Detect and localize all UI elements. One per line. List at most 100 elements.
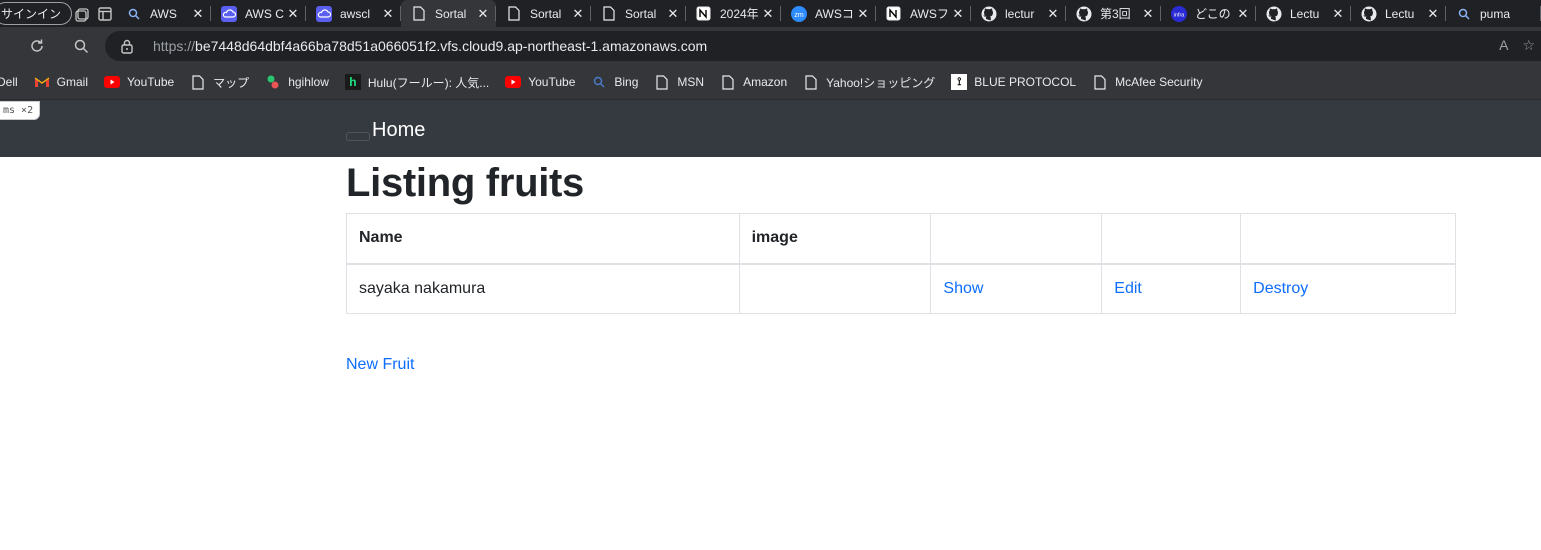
- browser-tab[interactable]: zm AWSコ ✕: [781, 0, 876, 27]
- lock-icon[interactable]: [119, 38, 135, 54]
- tab-title: Sortal: [434, 6, 467, 21]
- column-header-empty: [1101, 213, 1242, 265]
- browser-tab[interactable]: Lectu ✕: [1351, 0, 1446, 27]
- close-icon[interactable]: ✕: [856, 6, 870, 22]
- tab-actions-icon[interactable]: [94, 0, 116, 27]
- search-icon: [126, 6, 142, 22]
- tab-strip: サインイン AWS ✕ AWS C ✕ awscl ✕ Sortal ✕ Sor…: [0, 0, 1541, 27]
- bookmark-msn[interactable]: MSN: [654, 74, 704, 90]
- cloud9-icon: [315, 5, 332, 22]
- bookmark-youtube[interactable]: YouTube: [104, 74, 174, 90]
- bookmark-gmail[interactable]: Gmail: [34, 74, 88, 90]
- browser-tab[interactable]: AWS ✕: [116, 0, 211, 27]
- bookmark-bing[interactable]: Bing: [591, 74, 638, 90]
- svg-text:infra: infra: [1174, 12, 1186, 18]
- column-header-empty: [930, 213, 1103, 265]
- close-icon[interactable]: ✕: [476, 6, 490, 22]
- back-icon[interactable]: [0, 27, 14, 65]
- page-icon: [506, 6, 522, 22]
- page-icon: [1092, 74, 1108, 90]
- bookmark-map[interactable]: マップ: [190, 74, 249, 91]
- close-icon[interactable]: ✕: [1236, 6, 1250, 22]
- dev-profiler-badge[interactable]: ms ×2: [0, 101, 41, 120]
- bookmark-mcafee[interactable]: McAfee Security: [1092, 74, 1202, 90]
- omnibox-actions: A ☆: [1499, 37, 1535, 54]
- bookmark-hulu[interactable]: h Hulu(フールー): 人気...: [344, 74, 489, 91]
- tab-title: Sortal: [624, 6, 657, 21]
- bookmark-youtube-2[interactable]: YouTube: [505, 74, 575, 90]
- page-icon: [601, 6, 617, 22]
- close-icon[interactable]: ✕: [951, 6, 965, 22]
- tab-title: Lectu: [1289, 6, 1320, 21]
- column-header-empty: [1240, 213, 1456, 265]
- browser-tab[interactable]: 第3回 ✕: [1066, 0, 1161, 27]
- tab-title: Lectu: [1384, 6, 1415, 21]
- close-icon[interactable]: ✕: [1331, 6, 1345, 22]
- browser-tab[interactable]: Sortal ✕: [496, 0, 591, 27]
- youtube-icon: [505, 74, 522, 90]
- table-header-row: Name image: [346, 213, 1456, 265]
- address-bar[interactable]: https://be7448d64dbf4a66ba78d51a066051f2…: [105, 31, 1541, 61]
- page-title: Listing fruits: [346, 161, 585, 205]
- tab-title: AWS: [149, 6, 177, 21]
- browser-tab[interactable]: puma: [1446, 0, 1541, 27]
- search-icon[interactable]: [62, 27, 100, 65]
- close-icon[interactable]: ✕: [286, 6, 300, 22]
- notion-icon: [886, 6, 902, 22]
- bookmark-blue-protocol[interactable]: ⟟ BLUE PROTOCOL: [951, 74, 1076, 90]
- bookmark-yahoo-shopping[interactable]: Yahoo!ショッピング: [803, 74, 935, 91]
- tab-title: AWSコ: [814, 7, 854, 21]
- browser-tab[interactable]: AWS C ✕: [211, 0, 306, 27]
- browser-tab[interactable]: Lectu ✕: [1256, 0, 1351, 27]
- bookmark-amazon[interactable]: Amazon: [720, 74, 787, 90]
- tab-title: awscl: [339, 6, 370, 21]
- gmail-icon: [34, 74, 50, 90]
- signin-button[interactable]: サインイン: [0, 2, 73, 25]
- bookmark-hgihlow[interactable]: hgihlow: [265, 74, 329, 90]
- destroy-link[interactable]: Destroy: [1253, 280, 1308, 297]
- favorite-star-icon[interactable]: ☆: [1522, 37, 1535, 54]
- read-aloud-icon[interactable]: A: [1499, 37, 1508, 54]
- close-icon[interactable]: ✕: [381, 6, 395, 22]
- browser-tab[interactable]: AWSフ ✕: [876, 0, 971, 27]
- tab-title: 第3回: [1099, 7, 1131, 21]
- close-icon[interactable]: ✕: [571, 6, 585, 22]
- address-toolbar: https://be7448d64dbf4a66ba78d51a066051f2…: [0, 27, 1541, 65]
- zoom-icon: zm: [790, 5, 807, 22]
- close-icon[interactable]: ✕: [1046, 6, 1060, 22]
- close-icon[interactable]: ✕: [1141, 6, 1155, 22]
- browser-tab[interactable]: infra どこの ✕: [1161, 0, 1256, 27]
- page-icon: [720, 74, 736, 90]
- search-icon: [591, 74, 607, 90]
- cloud9-icon: [220, 5, 237, 22]
- navbar-toggler-button[interactable]: [346, 132, 370, 141]
- github-icon: [1266, 6, 1282, 22]
- hulu-icon: h: [344, 74, 361, 90]
- show-cell: Show: [930, 263, 1103, 314]
- new-fruit-link[interactable]: New Fruit: [346, 356, 414, 374]
- url-text[interactable]: https://be7448d64dbf4a66ba78d51a066051f2…: [153, 38, 707, 54]
- browser-tab[interactable]: lectur ✕: [971, 0, 1066, 27]
- nav-home-link[interactable]: Home: [372, 119, 425, 142]
- browser-tab-active[interactable]: Sortal ✕: [400, 0, 496, 27]
- close-icon[interactable]: ✕: [666, 6, 680, 22]
- browser-tab[interactable]: awscl ✕: [306, 0, 401, 27]
- fruit-name-cell: sayaka nakamura: [346, 263, 740, 314]
- page-icon: [654, 74, 670, 90]
- tab-title: Sortal: [529, 6, 562, 21]
- svg-text:zm: zm: [794, 12, 804, 19]
- workspaces-icon[interactable]: [72, 0, 94, 27]
- blue-protocol-icon: ⟟: [951, 74, 968, 90]
- youtube-icon: [104, 74, 121, 90]
- search-icon: [1456, 6, 1472, 22]
- column-header-name: Name: [346, 213, 740, 265]
- edit-link[interactable]: Edit: [1114, 280, 1142, 297]
- close-icon[interactable]: ✕: [1426, 6, 1440, 22]
- refresh-icon[interactable]: [18, 27, 56, 65]
- browser-tab[interactable]: Sortal ✕: [591, 0, 686, 27]
- bookmark-dell[interactable]: Dell: [0, 75, 18, 89]
- close-icon[interactable]: ✕: [191, 6, 205, 22]
- close-icon[interactable]: ✕: [761, 6, 775, 22]
- browser-tab[interactable]: 2024年 ✕: [686, 0, 781, 27]
- show-link[interactable]: Show: [943, 280, 983, 297]
